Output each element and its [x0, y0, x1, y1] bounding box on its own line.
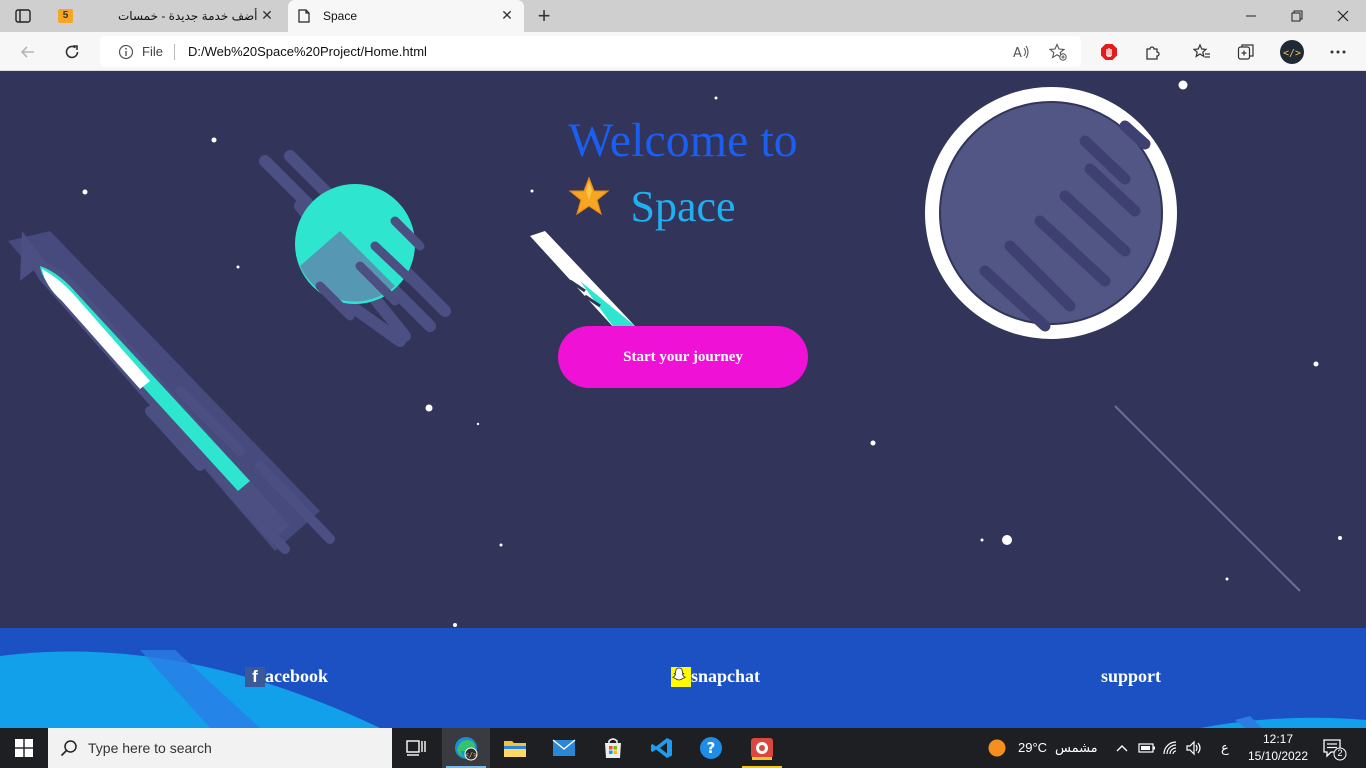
- snapchat-label: snapchat: [691, 666, 761, 686]
- space-heading: Space: [568, 176, 798, 246]
- start-journey-button[interactable]: Start your journey: [558, 326, 808, 388]
- space-heading-text: Space: [630, 182, 736, 231]
- collections-icon[interactable]: [1232, 38, 1260, 66]
- page-viewport: Welcome to Space Start your journey f ac…: [0, 71, 1366, 728]
- notification-count: 2: [1337, 748, 1343, 758]
- task-view-icon[interactable]: [392, 728, 440, 768]
- wifi-icon[interactable]: [1162, 739, 1180, 757]
- input-language[interactable]: ع: [1221, 740, 1229, 756]
- support-link[interactable]: support: [1101, 666, 1161, 687]
- microsoft-store-icon[interactable]: [589, 728, 637, 768]
- url-text[interactable]: D:/Web%20Space%20Project/Home.html: [188, 44, 427, 59]
- mail-icon[interactable]: [540, 728, 588, 768]
- clock-date: 15/10/2022: [1247, 749, 1309, 763]
- moon-illustration: [925, 87, 1177, 339]
- svg-text:</>: </>: [465, 751, 478, 759]
- space-hero: Welcome to Space Start your journey: [0, 71, 1366, 628]
- adblock-extension-icon[interactable]: [1095, 38, 1123, 66]
- screen-recorder-icon[interactable]: [738, 728, 786, 768]
- snapchat-icon: [671, 666, 691, 687]
- help-icon[interactable]: ?: [687, 728, 735, 768]
- windows-start-icon[interactable]: [0, 728, 48, 768]
- tab-space[interactable]: Space ✕: [288, 0, 524, 32]
- facebook-label: acebook: [265, 666, 328, 686]
- more-options-icon[interactable]: [1324, 38, 1352, 66]
- planet-cyan: [259, 150, 451, 347]
- tab-title: Space: [323, 9, 358, 23]
- weather-description[interactable]: مشمس: [1055, 740, 1098, 756]
- svg-text:</>: </>: [1283, 48, 1301, 59]
- page-icon: [298, 9, 313, 23]
- close-tab-icon[interactable]: ✕: [500, 8, 514, 22]
- restore-button[interactable]: [1274, 0, 1320, 32]
- add-favorite-icon[interactable]: [1048, 42, 1068, 62]
- snapchat-link[interactable]: snapchat: [671, 666, 760, 687]
- tab-strip: 5 أضف خدمة جديدة - خمسات ✕ Space ✕ +: [0, 0, 1366, 32]
- weather-temp[interactable]: 29°C: [1018, 740, 1047, 755]
- vscode-icon[interactable]: [638, 728, 686, 768]
- tab-actions-icon[interactable]: [12, 6, 34, 26]
- clock-time: 12:17: [1262, 732, 1294, 746]
- battery-icon[interactable]: [1138, 739, 1156, 757]
- meteor-streak: [1114, 405, 1301, 592]
- edge-browser-icon[interactable]: </>: [442, 728, 490, 768]
- file-explorer-icon[interactable]: [491, 728, 539, 768]
- address-bar[interactable]: File D:/Web%20Space%20Project/Home.html …: [100, 36, 1081, 67]
- rocket-illustration: [8, 231, 335, 554]
- new-tab-button[interactable]: +: [534, 5, 554, 27]
- close-window-button[interactable]: [1320, 0, 1366, 32]
- minimize-button[interactable]: [1228, 0, 1274, 32]
- khamsat-favicon: 5: [58, 9, 73, 23]
- tab-title: أضف خدمة جديدة - خمسات: [118, 9, 258, 23]
- footer: f acebook snapchat support: [0, 628, 1366, 728]
- weather-sun-icon[interactable]: [988, 739, 1006, 757]
- chevron-up-icon[interactable]: [1113, 739, 1131, 757]
- read-aloud-icon[interactable]: A: [1012, 42, 1032, 62]
- clock[interactable]: 12:17 15/10/2022: [1240, 731, 1316, 765]
- extensions-icon[interactable]: [1139, 38, 1167, 66]
- star-icon: [568, 176, 610, 216]
- info-icon[interactable]: [118, 44, 134, 60]
- search-icon: [60, 740, 77, 757]
- tab-khamsat[interactable]: 5 أضف خدمة جديدة - خمسات ✕: [48, 0, 284, 32]
- svg-text:?: ?: [707, 739, 716, 757]
- protocol-label: File: [142, 44, 163, 59]
- divider: [174, 44, 175, 60]
- back-arrow-icon[interactable]: [14, 38, 42, 66]
- welcome-heading: Welcome to: [568, 114, 798, 167]
- search-placeholder: Type here to search: [88, 740, 212, 756]
- close-tab-icon[interactable]: ✕: [260, 8, 274, 22]
- windows-taskbar: Type here to search </> ? 29°C مشمس ع 12…: [0, 728, 1366, 768]
- facebook-icon: f: [245, 666, 265, 687]
- svg-text:A: A: [1013, 46, 1022, 60]
- refresh-icon[interactable]: [58, 38, 86, 66]
- profile-avatar[interactable]: </>: [1278, 38, 1306, 66]
- taskbar-search[interactable]: Type here to search: [48, 728, 392, 768]
- browser-toolbar: File D:/Web%20Space%20Project/Home.html …: [0, 32, 1366, 71]
- volume-icon[interactable]: [1185, 739, 1203, 757]
- notifications-icon[interactable]: 2: [1320, 737, 1348, 761]
- facebook-link[interactable]: f acebook: [245, 666, 328, 687]
- favorites-icon[interactable]: [1188, 38, 1216, 66]
